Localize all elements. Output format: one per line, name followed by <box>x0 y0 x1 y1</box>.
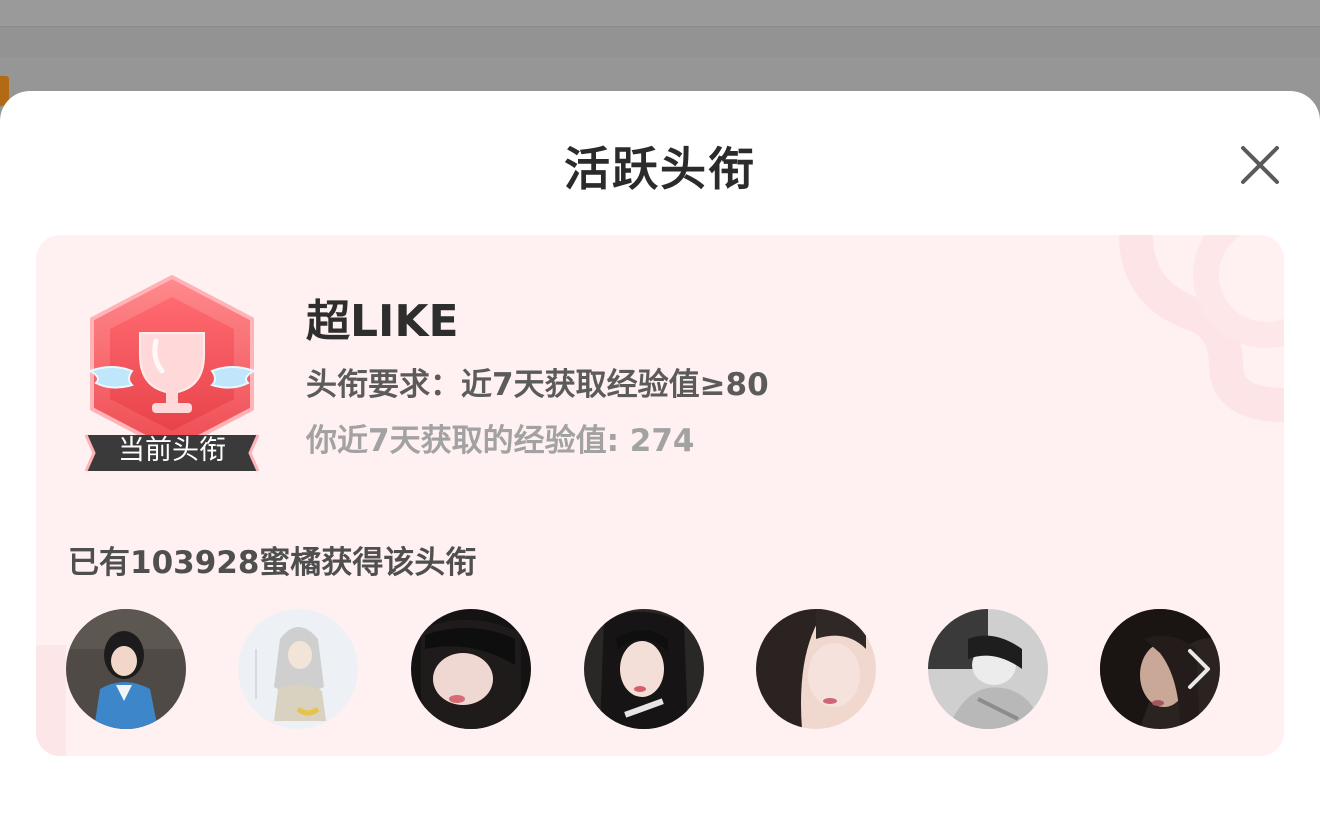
title-name: 超LIKE <box>306 296 459 347</box>
holders-count: 已有103928蜜橘获得该头衔 <box>68 545 477 581</box>
avatar[interactable] <box>238 609 358 729</box>
avatar-image <box>584 609 704 729</box>
avatar-image <box>238 609 358 729</box>
avatar-image <box>928 609 1048 729</box>
holders-avatar-list[interactable] <box>66 609 1256 731</box>
see-more-button[interactable] <box>1140 609 1260 729</box>
my-experience: 你近7天获取的经验值: 274 <box>306 423 695 459</box>
avatar[interactable] <box>584 609 704 729</box>
sheet-title: 活跃头衔 <box>564 142 756 196</box>
avatar-image <box>756 609 876 729</box>
chevron-right-icon <box>1188 649 1210 689</box>
avatar[interactable] <box>928 609 1048 729</box>
avatar[interactable] <box>756 609 876 729</box>
close-button[interactable] <box>1234 139 1286 191</box>
avatar[interactable] <box>411 609 531 729</box>
close-icon <box>1241 146 1279 184</box>
current-title-label: 当前头衔 <box>118 435 226 466</box>
background-status-area <box>0 0 1320 26</box>
background-toolbar <box>0 26 1320 58</box>
avatar-image <box>66 609 186 729</box>
avatar-image <box>411 609 531 729</box>
title-card: 当前头衔 超LIKE 头衔要求：近7天获取经验值≥80 你近7天获取的经验值: … <box>36 235 1284 756</box>
current-title-badge: 当前头衔 <box>82 271 262 481</box>
title-requirement: 头衔要求：近7天获取经验值≥80 <box>306 367 769 403</box>
title-bottom-sheet: 活跃头衔 当前头衔 超LIKE 头衔要求：近7天获取经验值≥80 你近7天获取的… <box>0 91 1320 817</box>
avatar[interactable] <box>66 609 186 729</box>
